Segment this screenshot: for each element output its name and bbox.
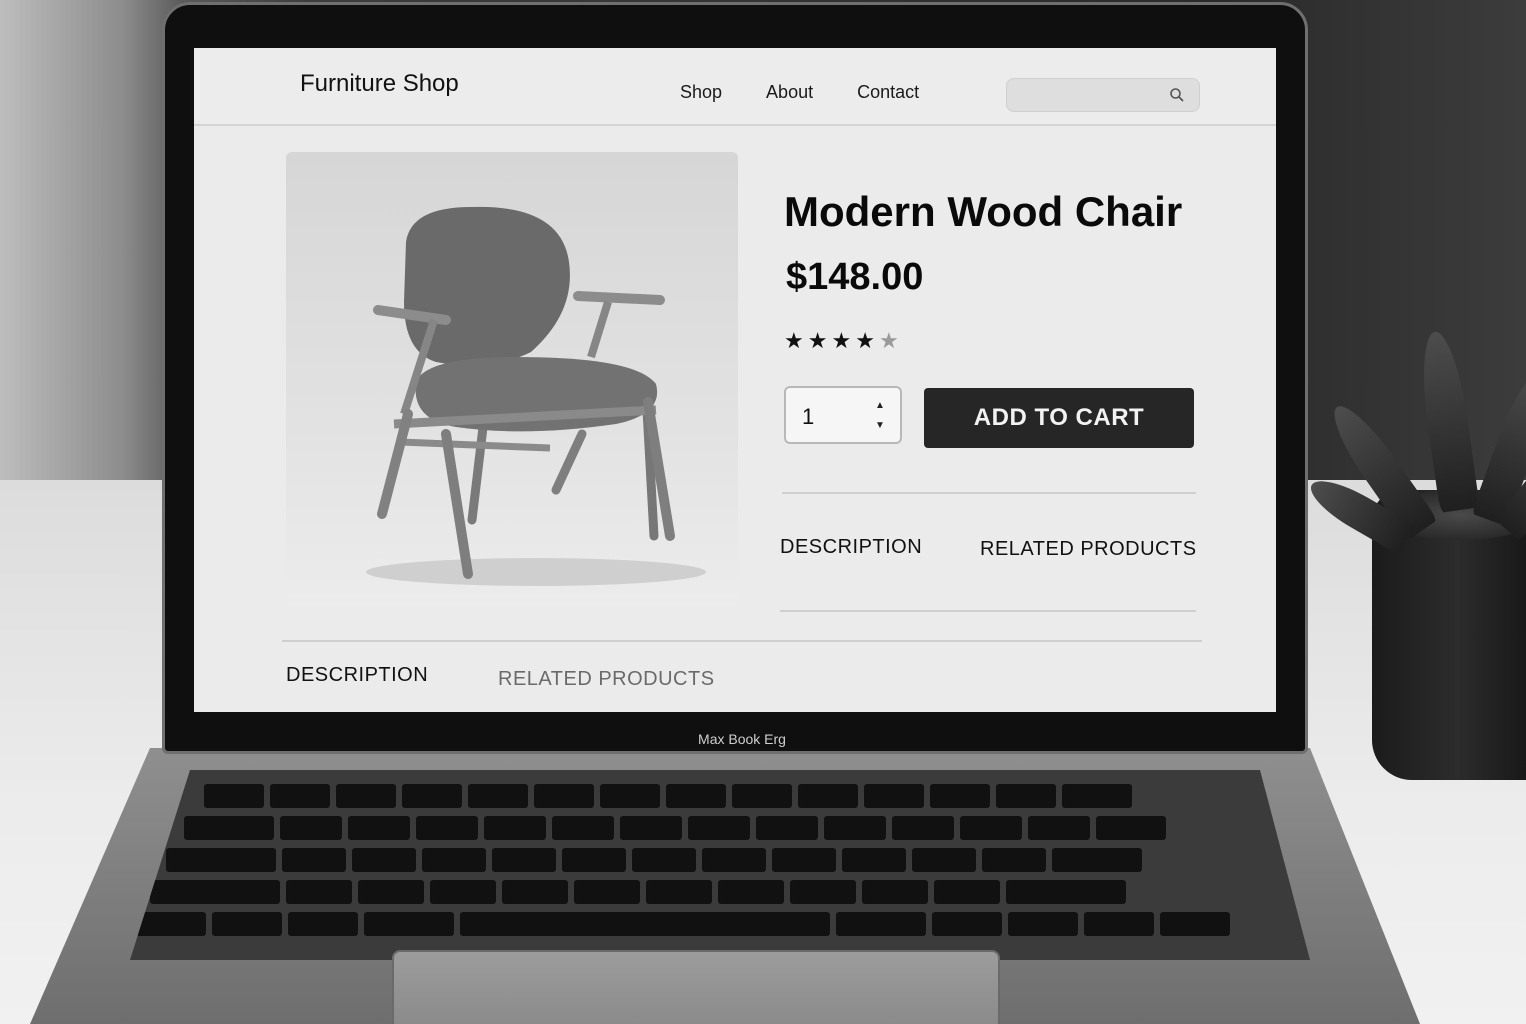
star-icon: ★ xyxy=(855,328,875,353)
laptop-screen: Furniture Shop Shop About Contact Modern… xyxy=(194,48,1276,712)
key[interactable] xyxy=(184,816,274,840)
key[interactable] xyxy=(468,784,528,808)
key[interactable] xyxy=(336,784,396,808)
key[interactable] xyxy=(1006,880,1126,904)
tab-related-products[interactable]: RELATED PRODUCTS xyxy=(980,538,1197,561)
nav-link-about[interactable]: About xyxy=(766,82,813,103)
key[interactable] xyxy=(422,848,486,872)
key[interactable] xyxy=(632,848,696,872)
key[interactable] xyxy=(600,784,660,808)
key[interactable] xyxy=(492,848,556,872)
product-title: Modern Wood Chair xyxy=(784,188,1183,235)
key[interactable] xyxy=(204,784,264,808)
divider xyxy=(282,640,1202,642)
key[interactable] xyxy=(552,816,614,840)
key[interactable] xyxy=(1062,784,1132,808)
key[interactable] xyxy=(1028,816,1090,840)
key[interactable] xyxy=(1096,816,1166,840)
star-icon: ★ xyxy=(784,328,804,353)
key[interactable] xyxy=(280,816,342,840)
chevron-up-icon[interactable]: ▲ xyxy=(874,400,886,412)
key[interactable] xyxy=(1084,912,1154,936)
key[interactable] xyxy=(402,784,462,808)
key[interactable] xyxy=(562,848,626,872)
key[interactable] xyxy=(416,816,478,840)
key[interactable] xyxy=(270,784,330,808)
divider xyxy=(780,610,1196,612)
laptop-brand-label: Max Book Erg xyxy=(698,731,786,747)
star-empty-icon: ★ xyxy=(878,328,899,353)
search-input[interactable] xyxy=(1006,78,1200,112)
key[interactable] xyxy=(772,848,836,872)
chevron-down-icon[interactable]: ▼ xyxy=(874,420,886,432)
site-logo[interactable]: Furniture Shop xyxy=(300,70,459,98)
add-to-cart-button[interactable]: ADD TO CART xyxy=(924,388,1194,448)
product-price: $148.00 xyxy=(786,256,924,298)
search-icon[interactable] xyxy=(1169,87,1185,103)
key[interactable] xyxy=(842,848,906,872)
product-image xyxy=(286,152,738,606)
key[interactable] xyxy=(1008,912,1078,936)
nav-link-shop[interactable]: Shop xyxy=(680,82,722,103)
key[interactable] xyxy=(718,880,784,904)
key[interactable] xyxy=(212,912,282,936)
quantity-value[interactable]: 1 xyxy=(802,404,814,430)
spacebar-key[interactable] xyxy=(460,912,830,936)
main-nav: Shop About Contact xyxy=(680,82,919,103)
key[interactable] xyxy=(348,816,410,840)
divider xyxy=(782,492,1196,494)
key[interactable] xyxy=(534,784,594,808)
key[interactable] xyxy=(136,912,206,936)
key[interactable] xyxy=(864,784,924,808)
key[interactable] xyxy=(352,848,416,872)
key[interactable] xyxy=(666,784,726,808)
key[interactable] xyxy=(798,784,858,808)
star-icon: ★ xyxy=(831,328,852,353)
keyboard xyxy=(130,770,1310,960)
key[interactable] xyxy=(166,848,276,872)
key[interactable] xyxy=(1052,848,1142,872)
trackpad[interactable] xyxy=(392,950,1000,1024)
key[interactable] xyxy=(688,816,750,840)
key[interactable] xyxy=(996,784,1056,808)
key[interactable] xyxy=(892,816,954,840)
tab-related-products-lower[interactable]: RELATED PRODUCTS xyxy=(498,668,715,691)
key[interactable] xyxy=(484,816,546,840)
key[interactable] xyxy=(358,880,424,904)
key[interactable] xyxy=(620,816,682,840)
key[interactable] xyxy=(862,880,928,904)
nav-link-contact[interactable]: Contact xyxy=(857,82,919,103)
key[interactable] xyxy=(1160,912,1230,936)
tab-description-lower[interactable]: DESCRIPTION xyxy=(286,664,428,687)
key[interactable] xyxy=(932,912,1002,936)
key[interactable] xyxy=(282,848,346,872)
key[interactable] xyxy=(934,880,1000,904)
key[interactable] xyxy=(364,912,454,936)
site-header: Furniture Shop Shop About Contact xyxy=(194,48,1276,126)
key[interactable] xyxy=(286,880,352,904)
key[interactable] xyxy=(288,912,358,936)
product-rating: ★ ★ ★ ★ ★ xyxy=(784,328,899,354)
key[interactable] xyxy=(912,848,976,872)
key[interactable] xyxy=(756,816,818,840)
key[interactable] xyxy=(960,816,1022,840)
star-icon: ★ xyxy=(807,328,828,353)
key[interactable] xyxy=(836,912,926,936)
key[interactable] xyxy=(790,880,856,904)
key[interactable] xyxy=(574,880,640,904)
key[interactable] xyxy=(702,848,766,872)
key[interactable] xyxy=(502,880,568,904)
key[interactable] xyxy=(150,880,280,904)
key[interactable] xyxy=(732,784,792,808)
tab-description[interactable]: DESCRIPTION xyxy=(780,536,922,559)
quantity-stepper[interactable]: 1 ▲ ▼ xyxy=(784,386,902,444)
key[interactable] xyxy=(824,816,886,840)
key[interactable] xyxy=(930,784,990,808)
key[interactable] xyxy=(646,880,712,904)
chair-illustration xyxy=(366,206,706,586)
key[interactable] xyxy=(982,848,1046,872)
key[interactable] xyxy=(430,880,496,904)
